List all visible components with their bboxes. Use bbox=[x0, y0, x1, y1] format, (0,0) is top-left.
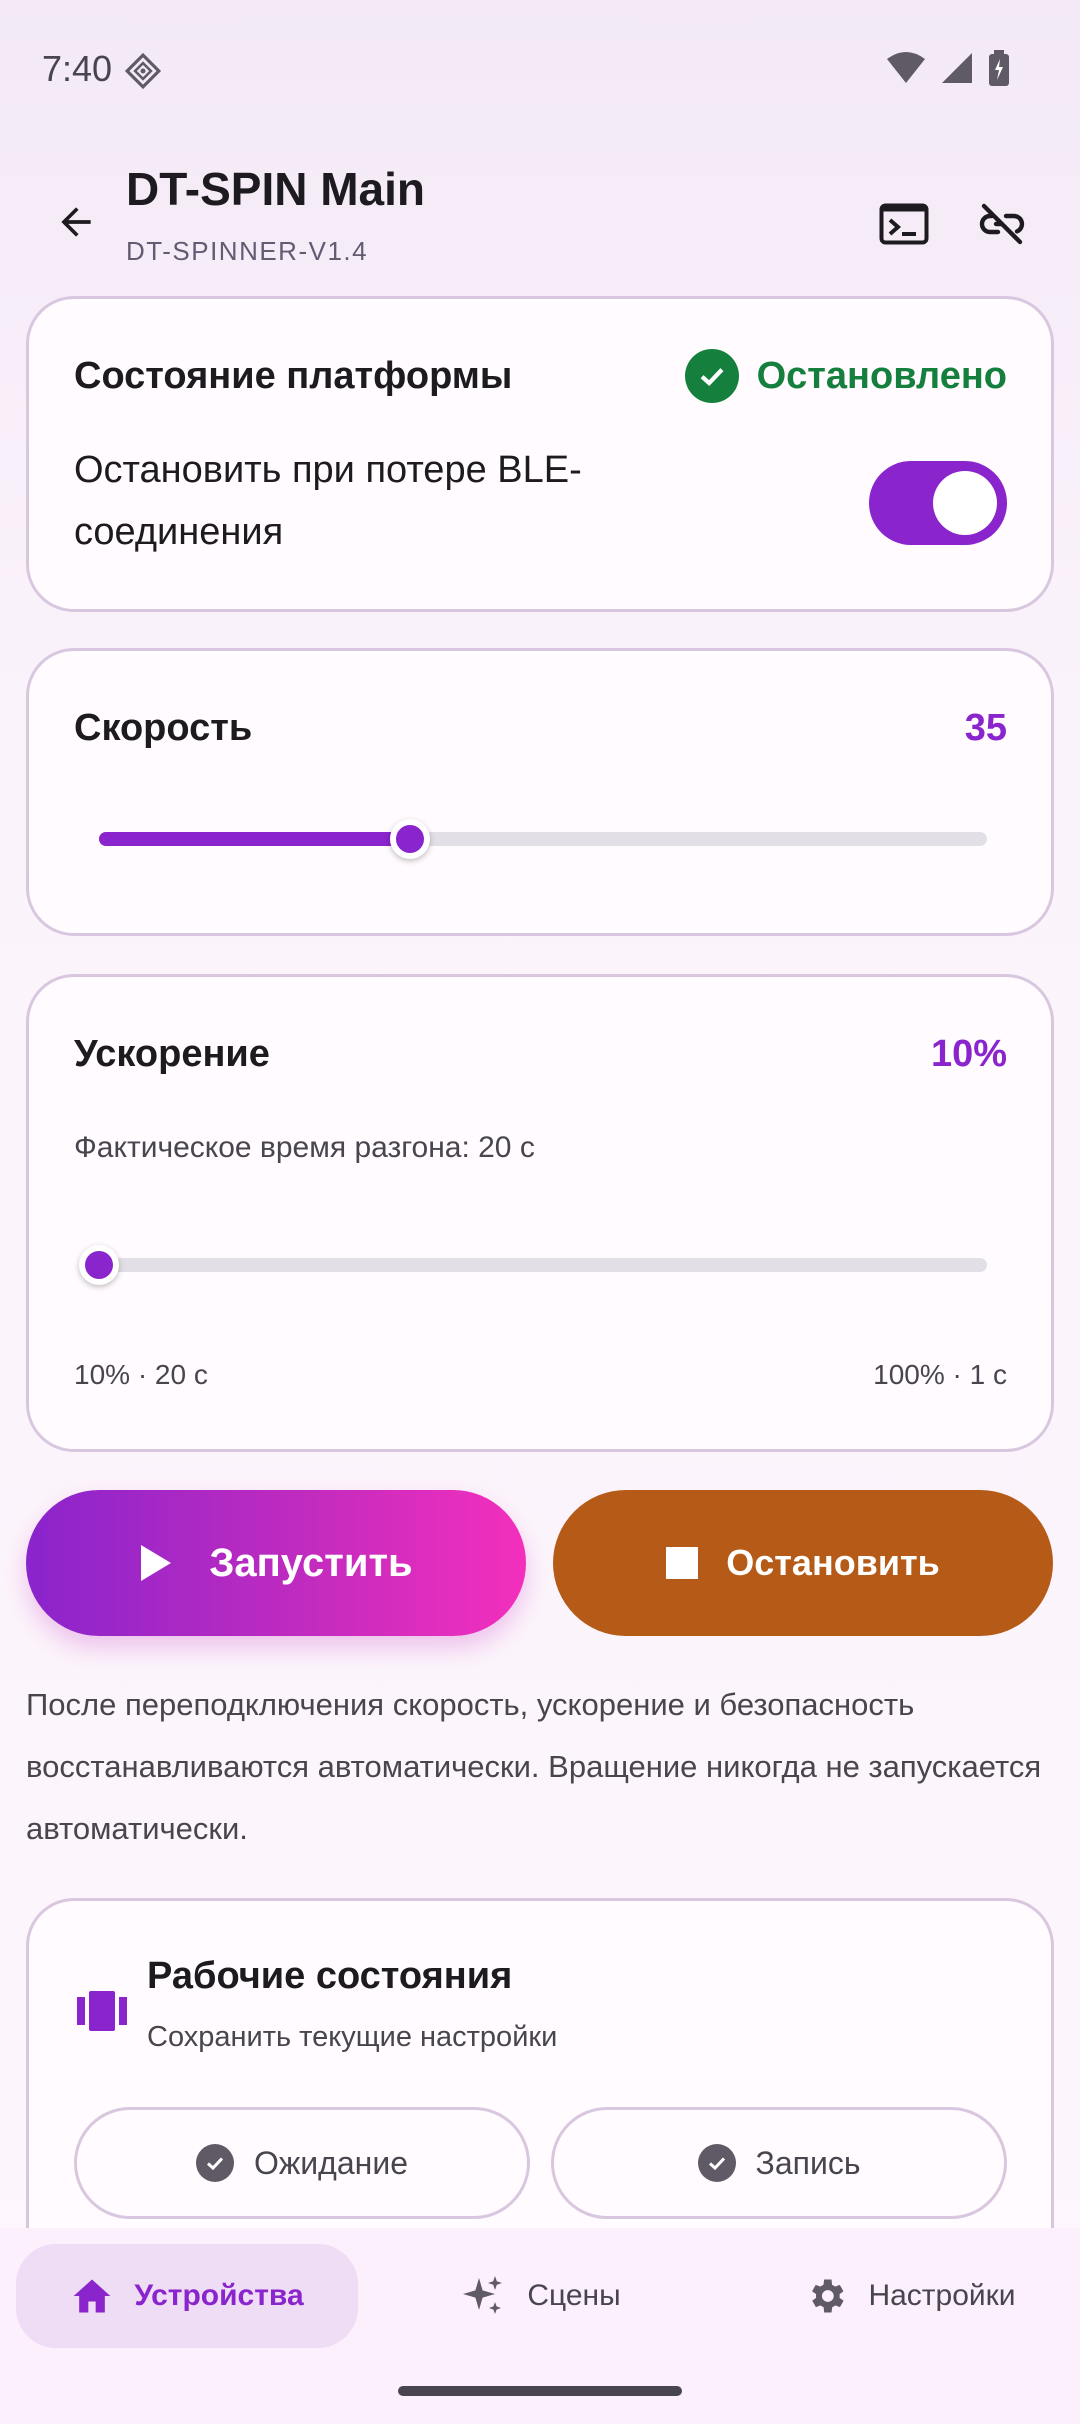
speed-card: Скорость 35 bbox=[26, 648, 1054, 936]
acceleration-slider-track[interactable] bbox=[99, 1258, 987, 1272]
speed-slider-fill bbox=[99, 832, 410, 846]
nav-item-settings[interactable]: Настройки bbox=[760, 2244, 1060, 2348]
start-button[interactable]: Запустить bbox=[26, 1490, 526, 1636]
play-icon bbox=[141, 1545, 172, 1581]
back-button[interactable] bbox=[46, 192, 106, 252]
terminal-button[interactable] bbox=[874, 194, 934, 254]
platform-state-title: Состояние платформы bbox=[74, 355, 513, 397]
reconnect-info-text: После переподключения скорость, ускорени… bbox=[26, 1687, 1042, 1846]
check-circle-icon bbox=[697, 2144, 736, 2182]
terminal-icon bbox=[879, 203, 929, 245]
arrow-back-icon bbox=[61, 207, 91, 237]
acceleration-title: Ускорение bbox=[74, 1033, 270, 1075]
nav-item-scenes[interactable]: Сцены bbox=[390, 2244, 690, 2348]
work-states-card: Рабочие состояния Сохранить текущие наст… bbox=[26, 1898, 1054, 2228]
state-chip-waiting[interactable]: Ожидание bbox=[74, 2107, 530, 2219]
speed-title: Скорость bbox=[74, 707, 253, 749]
switch-thumb bbox=[933, 471, 997, 535]
nav-label-devices: Устройства bbox=[134, 2279, 304, 2312]
acceleration-slider-thumb[interactable] bbox=[79, 1245, 119, 1285]
speed-value: 35 bbox=[964, 707, 1007, 749]
platform-state-value: Остановлено bbox=[756, 354, 1007, 397]
chip-label: Запись bbox=[755, 2144, 861, 2181]
stop-on-ble-loss-label: Остановить при потере BLE-соединения bbox=[74, 449, 582, 553]
signal-icon bbox=[942, 53, 972, 83]
chip-label: Ожидание bbox=[254, 2144, 408, 2181]
page-title: DT-SPIN Main bbox=[126, 163, 426, 215]
platform-state-card: Состояние платформы Остановлено Останови… bbox=[26, 296, 1054, 612]
stop-on-ble-loss-switch[interactable] bbox=[869, 461, 1007, 545]
status-icons bbox=[886, 50, 1010, 86]
stop-button[interactable]: Остановить bbox=[553, 1490, 1053, 1636]
sparkle-icon bbox=[463, 2276, 503, 2314]
start-button-label: Запустить bbox=[209, 1540, 413, 1585]
gear-icon bbox=[812, 2279, 845, 2313]
device-subtitle: DT-SPINNER-V1.4 bbox=[126, 236, 369, 266]
status-bar: 7:40 bbox=[0, 0, 1080, 140]
stop-button-label: Остановить bbox=[726, 1542, 940, 1583]
work-states-title: Рабочие состояния bbox=[147, 1955, 513, 1997]
home-indicator[interactable] bbox=[398, 2386, 682, 2396]
speed-slider-thumb[interactable] bbox=[389, 819, 430, 859]
check-circle-icon bbox=[196, 2144, 234, 2182]
acceleration-note: Фактическое время разгона: 20 с bbox=[74, 1131, 535, 1164]
status-time: 7:40 bbox=[42, 48, 113, 89]
app-notification-icon bbox=[124, 52, 162, 90]
work-states-subtitle: Сохранить текущие настройки bbox=[147, 2021, 558, 2053]
state-indicator: Остановлено bbox=[684, 349, 1007, 403]
stop-icon bbox=[666, 1547, 699, 1579]
acceleration-value: 10% bbox=[930, 1033, 1007, 1075]
acceleration-card: Ускорение 10% Фактическое время разгона:… bbox=[26, 974, 1054, 1452]
state-chip-recording[interactable]: Запись bbox=[551, 2107, 1007, 2219]
view-carousel-icon bbox=[77, 1991, 127, 2031]
home-icon bbox=[73, 2279, 111, 2313]
acceleration-range-min: 10% · 20 с bbox=[74, 1359, 208, 1390]
disconnect-button[interactable] bbox=[972, 194, 1032, 254]
link-off-icon bbox=[979, 203, 1025, 245]
nav-item-devices[interactable]: Устройства bbox=[16, 2244, 358, 2348]
acceleration-range-max: 100% · 1 с bbox=[873, 1359, 1007, 1390]
nav-label-scenes: Сцены bbox=[527, 2279, 621, 2312]
wifi-icon bbox=[887, 52, 925, 83]
nav-label-settings: Настройки bbox=[868, 2279, 1016, 2312]
app-bar: DT-SPIN Main DT-SPINNER-V1.4 bbox=[0, 150, 1080, 280]
battery-icon bbox=[989, 50, 1009, 86]
check-circle-icon bbox=[684, 349, 739, 403]
